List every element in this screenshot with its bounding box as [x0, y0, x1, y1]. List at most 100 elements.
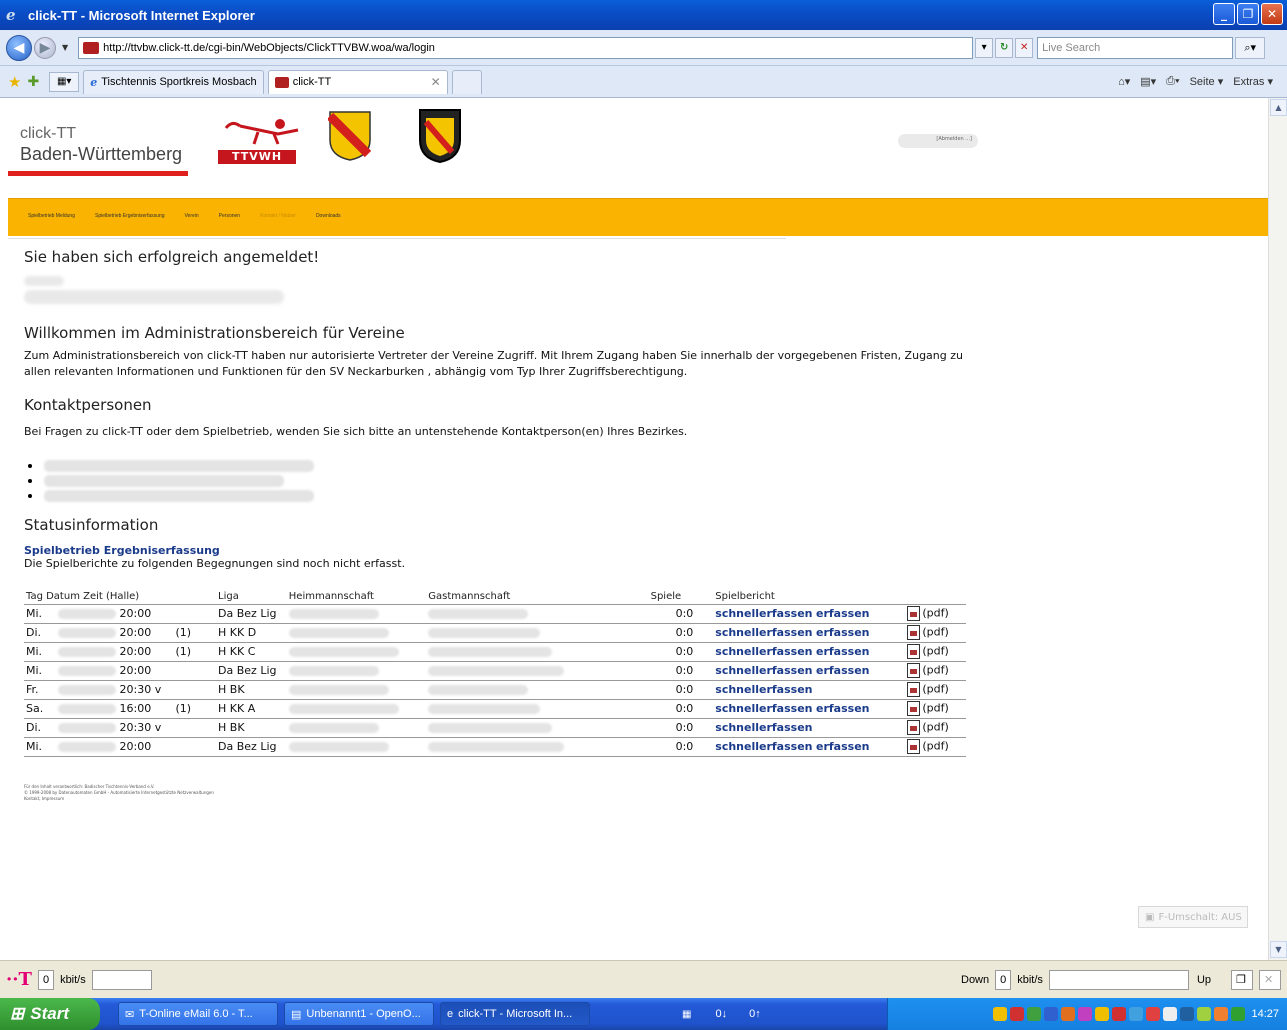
close-bar-icon[interactable]: ✕ [1259, 969, 1281, 990]
menu-spielbetrieb-ergebniserfassung[interactable]: Spielbetrieb Ergebniserfassung [95, 213, 165, 219]
scroll-up-icon[interactable]: ▲ [1270, 99, 1287, 116]
cell-bericht: schnellerfassen erfassen [713, 736, 906, 757]
address-dropdown-button[interactable]: ▾ [975, 37, 994, 58]
down-label: Down [961, 973, 990, 986]
schnellerfassen-link[interactable]: schnellerfassen [715, 645, 812, 658]
schnellerfassen-link[interactable]: schnellerfassen [715, 702, 812, 715]
schnellerfassen-link[interactable]: schnellerfassen [715, 626, 812, 639]
cell-pdf[interactable]: (pdf) [905, 603, 966, 623]
task-tonline[interactable]: ✉ T-Online eMail 6.0 - T... [118, 1002, 278, 1026]
erfassen-link[interactable]: erfassen [816, 626, 869, 639]
address-field[interactable]: http://ttvbw.click-tt.de/cgi-bin/WebObje… [78, 36, 974, 59]
favorites-star-icon[interactable]: ★ [8, 73, 21, 91]
cell-pdf[interactable]: (pdf) [905, 641, 966, 661]
forward-button[interactable]: ▶ [34, 36, 56, 59]
cell-gast [426, 641, 649, 661]
pdf-icon[interactable] [907, 663, 921, 678]
vertical-scrollbar[interactable]: ▲ ▼ [1268, 98, 1287, 960]
schnellerfassen-link[interactable]: schnellerfassen [715, 683, 812, 696]
pdf-icon[interactable] [907, 606, 921, 621]
schnellerfassen-link[interactable]: schnellerfassen [715, 721, 812, 734]
footer-links[interactable]: Kontakt, Impressum [24, 796, 214, 802]
f-umschalt-button[interactable]: ▣ F-Umschalt: AUS [1138, 906, 1248, 928]
tab-close-icon[interactable]: ✕ [431, 75, 441, 89]
brand-line1: click-TT [20, 125, 76, 142]
system-tray: 14:27 [887, 998, 1287, 1030]
brand-line2: Baden-Württemberg [20, 144, 183, 164]
feeds-icon[interactable]: ▤▾ [1140, 75, 1156, 88]
cell-heim [286, 660, 427, 680]
back-button[interactable]: ◀ [6, 34, 32, 61]
pdf-icon[interactable] [907, 701, 921, 716]
list-item [28, 488, 314, 503]
divider [8, 238, 786, 239]
pdf-link[interactable]: (pdf) [922, 740, 948, 753]
minimize-button[interactable]: _ [1213, 3, 1235, 25]
pdf-link[interactable]: (pdf) [922, 607, 948, 620]
erfassen-link[interactable]: erfassen [816, 664, 869, 677]
pdf-link[interactable]: (pdf) [922, 664, 948, 677]
tab-mosbach[interactable]: e Tischtennis Sportkreis Mosbach [83, 69, 264, 94]
pdf-icon[interactable] [907, 644, 921, 659]
tray-icons[interactable] [993, 1007, 1246, 1021]
task-openoffice[interactable]: ▤ Unbenannt1 - OpenO... [284, 1002, 434, 1026]
task-ie[interactable]: e click-TT - Microsoft In... [440, 1002, 590, 1026]
erfassen-link[interactable]: erfassen [816, 740, 869, 753]
ttv-baden-logo[interactable] [416, 106, 464, 164]
stop-button[interactable]: ✕ [1015, 37, 1034, 58]
tab-click-tt[interactable]: click-TT ✕ [267, 69, 448, 94]
menu-verein[interactable]: Verein [184, 213, 198, 219]
window-toggle-icon[interactable]: ❐ [1231, 969, 1253, 990]
cell-liga: H KK A [216, 698, 287, 718]
pdf-link[interactable]: (pdf) [922, 683, 948, 696]
schnellerfassen-link[interactable]: schnellerfassen [715, 607, 812, 620]
brand: click-TT Baden-Württemberg [20, 124, 182, 164]
pdf-link[interactable]: (pdf) [922, 626, 948, 639]
col-liga: Liga [218, 591, 239, 603]
pdf-icon[interactable] [907, 682, 921, 697]
add-favorite-icon[interactable]: ✚ [27, 73, 39, 90]
extras-menu[interactable]: Extras ▾ [1233, 75, 1273, 88]
refresh-button[interactable]: ↻ [995, 37, 1014, 58]
close-button[interactable]: ✕ [1261, 3, 1283, 25]
quick-tabs-button[interactable]: ▦▾ [49, 71, 80, 92]
menu-kontakt[interactable]: Kontakt / Nutzer [260, 213, 296, 219]
logout-link[interactable]: [Abmelden ...] [898, 134, 978, 148]
menu-spielbetrieb-meldung[interactable]: Spielbetrieb Meldung [28, 213, 75, 219]
sttv-logo[interactable] [328, 110, 372, 162]
cell-pdf[interactable]: (pdf) [905, 717, 966, 737]
cell-pdf[interactable]: (pdf) [905, 698, 966, 718]
menu-personen[interactable]: Personen [219, 213, 240, 219]
cell-pdf[interactable]: (pdf) [905, 622, 966, 642]
games-table: Tag Datum Zeit (Halle) Liga Heimmannscha… [24, 590, 966, 757]
search-icon[interactable]: ⌕▾ [1235, 36, 1266, 59]
new-tab-button[interactable] [451, 69, 482, 94]
pdf-icon[interactable] [907, 739, 921, 754]
cell-pdf[interactable]: (pdf) [905, 660, 966, 680]
pdf-link[interactable]: (pdf) [922, 702, 948, 715]
print-icon[interactable]: ⎙▾ [1166, 75, 1179, 88]
maximize-button[interactable]: ❐ [1237, 3, 1259, 25]
schnellerfassen-link[interactable]: schnellerfassen [715, 740, 812, 753]
erfassen-link[interactable]: erfassen [816, 645, 869, 658]
erfassen-link[interactable]: erfassen [816, 607, 869, 620]
scroll-down-icon[interactable]: ▼ [1270, 941, 1287, 958]
history-dropdown-icon[interactable]: ▼ [62, 43, 68, 52]
search-input[interactable]: Live Search [1037, 36, 1234, 59]
start-button[interactable]: ⊞ Start [0, 998, 100, 1030]
ttvwh-logo[interactable]: TTVWH [218, 116, 308, 164]
cell-liga: Da Bez Lig [216, 660, 287, 680]
pdf-link[interactable]: (pdf) [922, 721, 948, 734]
pdf-icon[interactable] [907, 720, 921, 735]
pdf-icon[interactable] [907, 625, 921, 640]
pdf-link[interactable]: (pdf) [922, 645, 948, 658]
page-menu[interactable]: Seite ▾ [1190, 75, 1224, 88]
schnellerfassen-link[interactable]: schnellerfassen [715, 664, 812, 677]
home-icon[interactable]: ⌂▾ [1118, 75, 1130, 88]
cell-pdf[interactable]: (pdf) [905, 679, 966, 699]
menu-downloads[interactable]: Downloads [316, 213, 341, 219]
cell-pdf[interactable]: (pdf) [905, 736, 966, 757]
cell-bericht: schnellerfassen erfassen [713, 622, 906, 642]
openoffice-task-icon: ▤ [291, 1008, 302, 1021]
erfassen-link[interactable]: erfassen [816, 702, 869, 715]
